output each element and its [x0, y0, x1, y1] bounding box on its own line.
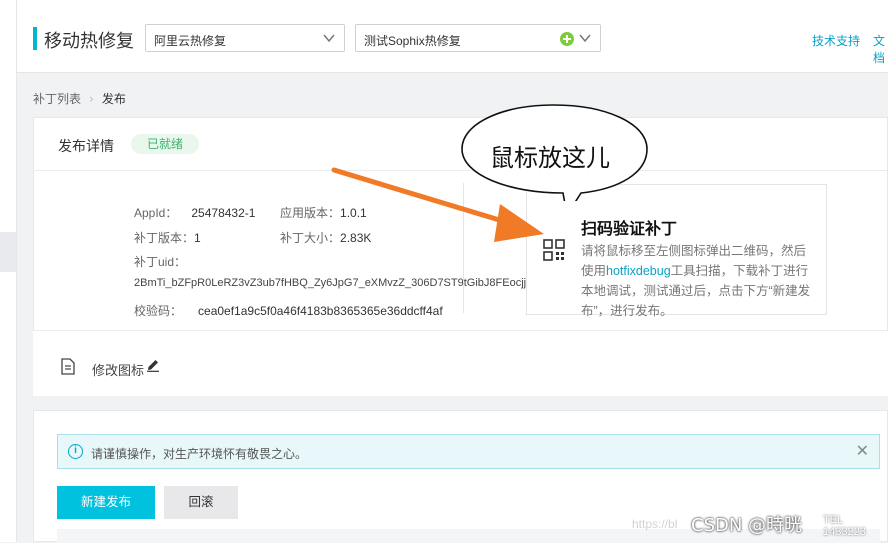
qr-verify-panel: 扫码验证补丁 请将鼠标移至左侧图标弹出二维码，然后使用hotfixdebug工具…	[526, 184, 827, 318]
breadcrumb: 补丁列表 › 发布	[33, 90, 126, 107]
pencil-icon[interactable]	[146, 358, 160, 372]
checksum-row: 校验码： cea0ef1a9c5f0a46f4183b8365365e36ddcf…	[134, 302, 443, 319]
breadcrumb-parent[interactable]: 补丁列表	[33, 92, 81, 106]
left-nav-rail	[0, 0, 17, 542]
qr-description: 请将鼠标移至左侧图标弹出二维码，然后使用hotfixdebug工具扫描，下载补丁…	[581, 241, 817, 321]
region-select[interactable]: 阿里云热修复	[145, 24, 345, 52]
app-select[interactable]: 测试Sophix热修复	[355, 24, 601, 52]
appid-value: 25478432-1	[191, 206, 256, 220]
edit-icon-row: 修改图标	[33, 330, 888, 396]
page-title: 移动热修复	[44, 31, 134, 51]
card-title: 发布详情	[58, 138, 114, 154]
document-icon	[61, 358, 75, 375]
alert-text: 请谨慎操作，对生产环境怀有敬畏之心。	[91, 447, 308, 461]
patch-version-value: 1	[194, 231, 201, 245]
qr-title: 扫码验证补丁	[581, 221, 678, 238]
watermark-number: TEL 1433223	[823, 514, 866, 538]
hotfixdebug-link[interactable]: hotfixdebug	[606, 264, 671, 278]
csdn-watermark: CSDN @時晄	[691, 515, 803, 536]
region-select-value: 阿里云热修复	[154, 34, 227, 48]
status-badge: 已就绪	[131, 134, 200, 154]
app-select-value: 测试Sophix热修复	[364, 34, 461, 48]
patch-version-row: 补丁版本：1	[134, 229, 201, 246]
top-bar: 移动热修复 阿里云热修复 测试Sophix热修复 技术支持 文档	[17, 0, 888, 73]
appid-row: AppId： 25478432-1	[134, 204, 255, 221]
breadcrumb-current: 发布	[101, 92, 126, 106]
docs-link[interactable]: 文档	[873, 32, 888, 66]
breadcrumb-separator-icon: ›	[89, 92, 94, 106]
info-icon: i	[68, 444, 83, 459]
warning-alert: i 请谨慎操作，对生产环境怀有敬畏之心。 ✕	[57, 434, 880, 469]
watermark-url: https://bl	[632, 517, 678, 531]
appid-label: AppId：	[134, 206, 178, 220]
patch-uid-value: 2BmTi_bZFpR0LeRZ3vZ3ub7fHBQ_Zy6JpG7_eXMv…	[134, 277, 532, 289]
edit-icon-label[interactable]: 修改图标	[92, 360, 144, 379]
arrow-annotation-icon	[331, 167, 544, 242]
patch-version-label: 补丁版本：	[134, 231, 195, 245]
rollback-button[interactable]: 回滚	[164, 486, 238, 519]
title-accent-bar	[33, 27, 37, 50]
close-icon[interactable]: ✕	[856, 441, 869, 460]
patch-uid-label: 补丁uid：	[134, 255, 187, 269]
checksum-value: cea0ef1a9c5f0a46f4183b8365365e36ddcff4af	[198, 304, 443, 318]
checksum-label: 校验码：	[134, 304, 183, 318]
chevron-down-icon	[323, 34, 335, 43]
chevron-down-icon	[579, 34, 591, 43]
add-app-icon[interactable]	[560, 32, 574, 46]
left-nav-selected[interactable]	[0, 232, 16, 272]
new-release-button[interactable]: 新建发布	[57, 486, 155, 519]
tech-support-link[interactable]: 技术支持	[812, 32, 860, 49]
